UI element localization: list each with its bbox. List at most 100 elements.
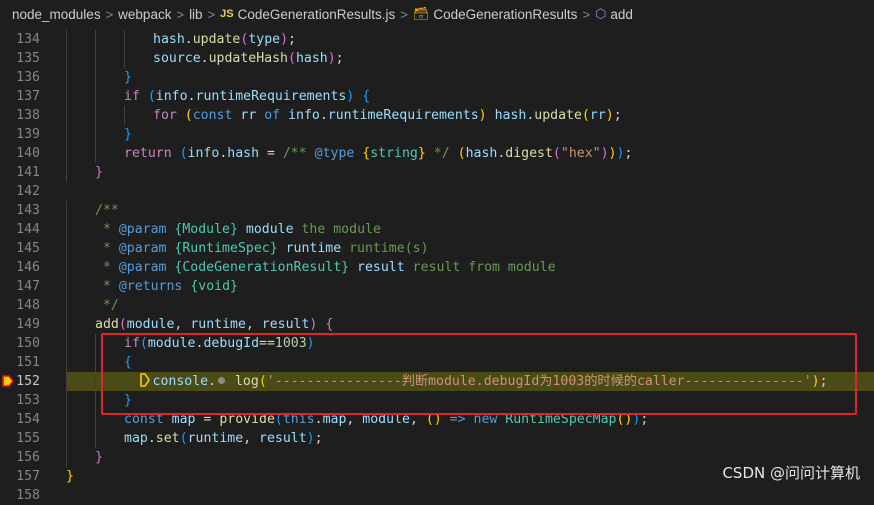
code-token: /** (95, 203, 119, 218)
code-line-143[interactable]: 143 /** (0, 201, 874, 220)
code-text[interactable]: hash.update(type); (153, 30, 296, 49)
code-text[interactable]: } (95, 448, 103, 467)
line-number[interactable]: 154 (0, 410, 40, 429)
code-token: @type (314, 146, 355, 161)
code-token: . (187, 89, 196, 104)
code-line-144[interactable]: 144 * @param {Module} module the module (0, 220, 874, 239)
line-number[interactable]: 139 (0, 125, 40, 144)
line-number[interactable]: 158 (0, 486, 40, 505)
code-token: for (153, 108, 177, 123)
line-number[interactable]: 157 (0, 467, 40, 486)
code-token: runtimeRequirements (327, 108, 479, 123)
code-text[interactable]: } (66, 467, 74, 486)
breadcrumb-item-node-modules[interactable]: node_modules (12, 7, 101, 22)
code-line-141[interactable]: 141} (0, 163, 874, 182)
code-line-134[interactable]: 134 hash.update(type); (0, 30, 874, 49)
line-number[interactable]: 145 (0, 239, 40, 258)
code-text[interactable]: /** (95, 201, 119, 220)
code-line-135[interactable]: 135 source.updateHash(hash); (0, 49, 874, 68)
indent-guide (66, 87, 67, 106)
code-line-140[interactable]: 140 return (info.hash = /** @type {string… (0, 144, 874, 163)
code-token: @param (118, 222, 167, 237)
code-line-139[interactable]: 139} (0, 125, 874, 144)
code-token: = (259, 146, 283, 161)
code-token: {CodeGenerationResult} (174, 260, 350, 275)
code-token: hash (295, 51, 328, 66)
code-text[interactable]: for (const rr of info.runtimeRequirement… (153, 106, 622, 125)
indent-guide (66, 372, 67, 391)
code-token: runtime (190, 317, 246, 332)
line-number[interactable]: 138 (0, 106, 40, 125)
code-token: ( (457, 146, 466, 161)
code-text[interactable]: } (95, 163, 103, 182)
code-token: info (155, 89, 188, 104)
code-line-136[interactable]: 136} (0, 68, 874, 87)
line-number[interactable]: 149 (0, 315, 40, 334)
code-line-158[interactable]: 158 (0, 486, 874, 505)
line-number[interactable]: 147 (0, 277, 40, 296)
line-number[interactable]: 137 (0, 87, 40, 106)
code-text[interactable]: * @param {CodeGenerationResult} result r… (95, 258, 556, 277)
line-number[interactable]: 153 (0, 391, 40, 410)
code-token: ) (600, 146, 609, 161)
code-text[interactable]: if (info.runtimeRequirements) { (124, 87, 370, 106)
line-number[interactable]: 151 (0, 353, 40, 372)
line-number[interactable]: 141 (0, 163, 40, 182)
code-token: ; (288, 32, 296, 47)
line-number[interactable]: 143 (0, 201, 40, 220)
code-line-138[interactable]: 138 for (const rr of info.runtimeRequirem… (0, 106, 874, 125)
breadcrumb-item-lib[interactable]: lib (189, 7, 203, 22)
line-number[interactable]: 156 (0, 448, 40, 467)
line-number[interactable]: 144 (0, 220, 40, 239)
code-line-146[interactable]: 146 * @param {CodeGenerationResult} resu… (0, 258, 874, 277)
code-token: the module (293, 222, 381, 237)
code-token: ; (335, 51, 344, 66)
code-text[interactable]: } (124, 68, 132, 87)
code-token: } (95, 450, 103, 465)
indent-guide (95, 353, 96, 372)
code-token: ; (624, 146, 633, 161)
code-text[interactable]: source.updateHash(hash); (153, 49, 344, 68)
line-number[interactable]: 135 (0, 49, 40, 68)
line-number[interactable]: 140 (0, 144, 40, 163)
code-text[interactable]: * @param {RuntimeSpec} runtime runtime(s… (95, 239, 429, 258)
indent-guide (66, 68, 67, 87)
line-number[interactable]: 134 (0, 30, 40, 49)
indent-guide (66, 448, 67, 467)
line-number[interactable]: 142 (0, 182, 40, 201)
breadcrumb-item-method[interactable]: add (610, 7, 633, 22)
code-text[interactable]: return (info.hash = /** @type {string} *… (124, 144, 632, 163)
line-number[interactable]: 155 (0, 429, 40, 448)
code-line-155[interactable]: 155 map.set(runtime, result); (0, 429, 874, 448)
code-text[interactable]: map.set(runtime, result); (124, 429, 323, 448)
indent-guide (124, 30, 125, 49)
code-text[interactable]: } (124, 125, 132, 144)
code-token: ; (613, 108, 622, 123)
line-number[interactable]: 136 (0, 68, 40, 87)
code-token: */ (95, 298, 119, 313)
code-line-149[interactable]: 149 add(module, runtime, result) { (0, 315, 874, 334)
breakpoint-paused-icon[interactable] (1, 374, 15, 388)
breadcrumb-item-webpack[interactable]: webpack (118, 7, 171, 22)
code-text[interactable]: add(module, runtime, result) { (95, 315, 333, 334)
line-number[interactable]: 146 (0, 258, 40, 277)
code-text[interactable]: * @returns {void} (95, 277, 238, 296)
code-line-145[interactable]: 145 * @param {RuntimeSpec} runtime runti… (0, 239, 874, 258)
indent-guide (66, 315, 67, 334)
code-text[interactable]: * @param {Module} module the module (95, 220, 381, 239)
code-token: add (95, 317, 119, 332)
code-token: result (261, 317, 310, 332)
code-token: ) (478, 108, 487, 123)
line-number[interactable]: 150 (0, 334, 40, 353)
breadcrumb-item-class[interactable]: CodeGenerationResults (433, 7, 577, 22)
line-number[interactable]: 148 (0, 296, 40, 315)
code-line-148[interactable]: 148 */ (0, 296, 874, 315)
code-editor[interactable]: 134 hash.update(type); 135 source.updateHas… (0, 28, 874, 503)
code-text[interactable]: */ (95, 296, 119, 315)
code-line-142[interactable]: 142 (0, 182, 874, 201)
code-line-137[interactable]: 137 if (info.runtimeRequirements) { (0, 87, 874, 106)
code-line-147[interactable]: 147 * @returns {void} (0, 277, 874, 296)
breadcrumb-item-file[interactable]: CodeGenerationResults.js (238, 7, 396, 22)
